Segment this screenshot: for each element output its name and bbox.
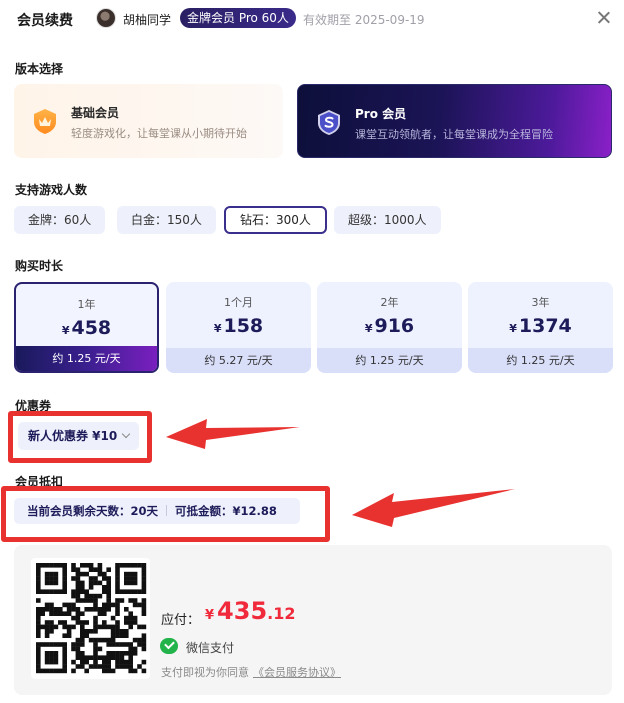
version-section-label: 版本选择 [15,62,64,76]
qr-code-image [36,563,147,674]
amount-label: 应付： [161,613,201,628]
duration-unit-price: 约 1.25 元/天 [16,346,157,371]
player-option-diamond[interactable]: 钻石：300人 [224,206,327,234]
duration-unit-price: 约 1.25 元/天 [468,348,613,373]
header: 会员续费 胡柚同学 金牌会员 Pro 60人 有效期至 2025-09-19 [0,0,624,38]
duration-option-1year[interactable]: 1年 ¥458 约 1.25 元/天 [14,282,159,373]
player-option-super[interactable]: 超级：1000人 [334,206,441,234]
duration-option-1month[interactable]: 1个月 ¥158 约 5.27 元/天 [166,282,311,373]
duration-section-label: 购买时长 [15,259,64,273]
coupon-value: 新人优惠券 ¥10 [28,429,118,443]
payment-qr-code [31,558,150,679]
agreement-link[interactable]: 《会员服务协议》 [253,666,341,679]
deductible-amount: 可抵金额：¥12.88 [175,504,277,518]
duration-unit-price: 约 1.25 元/天 [317,348,462,373]
version-name: 基础会员 [71,106,120,120]
expiry-date: 有效期至 2025-09-19 [303,13,425,27]
players-section-label: 支持游戏人数 [15,183,88,197]
version-desc: 轻度游戏化，让每堂课从小期待开始 [71,127,247,140]
agreement-text: 支付即视为你同意 《会员服务协议》 [161,666,341,679]
version-desc: 课堂互动领航者，让每堂课成为全程冒险 [355,128,553,141]
page-title: 会员续费 [17,13,73,29]
member-badge: 金牌会员 Pro 60人 [180,8,296,28]
duration-label: 1个月 [224,296,253,309]
version-option-pro[interactable]: Pro 会员 课堂互动领航者，让每堂课成为全程冒险 [297,84,612,158]
duration-label: 1年 [77,298,96,311]
duration-price: ¥1374 [509,315,572,337]
duration-option-2year[interactable]: 2年 ¥916 约 1.25 元/天 [317,282,462,373]
duration-unit-price: 约 5.27 元/天 [166,348,311,373]
remaining-days: 当前会员剩余天数：20天 [27,504,159,518]
version-option-basic[interactable]: 基础会员 轻度游戏化，让每堂课从小期待开始 [14,84,283,158]
coupon-select[interactable]: 新人优惠券 ¥10 [18,422,140,450]
duration-price: ¥158 [213,315,264,337]
divider [166,505,168,516]
username: 胡柚同学 [123,13,172,27]
duration-price: ¥916 [364,315,415,337]
player-option-gold[interactable]: 金牌：60人 [14,206,106,234]
chevron-down-icon [121,429,131,439]
duration-label: 3年 [531,296,550,309]
version-name: Pro 会员 [355,107,407,121]
duration-label: 2年 [380,296,399,309]
duration-price: ¥458 [61,317,112,339]
payment-method-label: 微信支付 [186,641,235,655]
shield-badge-icon [34,109,56,134]
deduct-info: 当前会员剩余天数：20天 可抵金额：¥12.88 [14,498,300,524]
annotation-arrow-coupon [166,419,300,449]
payable-amount: ¥435.12 [205,597,296,625]
player-option-platinum[interactable]: 白金：150人 [117,206,216,234]
avatar [96,8,116,28]
shield-s-icon [318,110,340,135]
close-icon[interactable] [595,9,613,27]
wechat-pay-icon [160,638,178,654]
duration-option-3year[interactable]: 3年 ¥1374 约 1.25 元/天 [468,282,613,373]
annotation-arrow-deduct [352,489,515,527]
